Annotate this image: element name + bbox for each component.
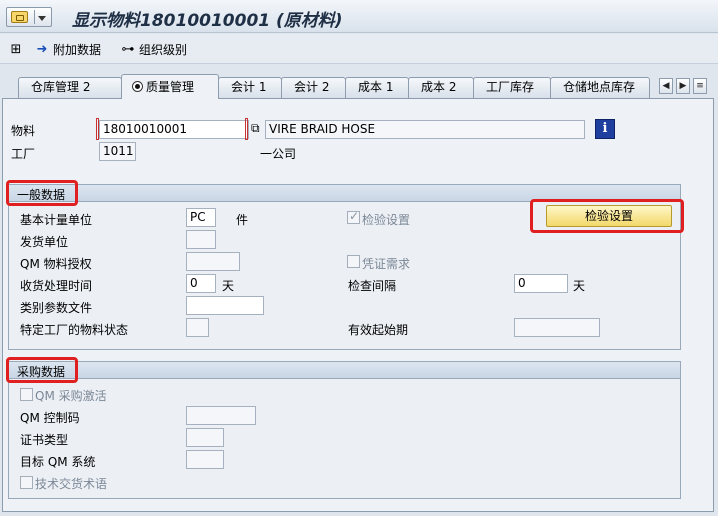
radio-selected-icon <box>132 81 143 92</box>
hierarchy-icon: ⊞ <box>10 41 22 57</box>
class-profile-label: 类别参数文件 <box>20 301 93 315</box>
menu-separator <box>34 10 35 24</box>
tab-storage-location-stock[interactable]: 仓储地点库存 <box>550 77 650 98</box>
valid-from-label: 有效起始期 <box>348 323 409 337</box>
tab-label: 仓库管理 2 <box>31 80 91 94</box>
info-icon[interactable]: i <box>595 119 615 139</box>
title-bar: 显示物料18010010001 (原材料) <box>0 0 718 33</box>
system-menu-button[interactable] <box>6 7 52 27</box>
tab-warehouse-2[interactable]: 仓库管理 2 <box>18 77 122 98</box>
plant-status-field[interactable] <box>186 318 209 337</box>
org-levels-button[interactable]: ⊶ 组织级别 <box>120 41 188 57</box>
tab-label: 仓储地点库存 <box>563 80 636 94</box>
qm-procurement-active-checkbox[interactable] <box>20 388 33 401</box>
material-label: 物料 <box>11 124 36 138</box>
valid-from-field[interactable] <box>514 318 600 337</box>
qm-control-label: QM 控制码 <box>20 411 80 425</box>
base-uom-field[interactable]: PC <box>186 208 216 227</box>
highlight-inspection-setup <box>530 199 684 233</box>
class-profile-field[interactable] <box>186 296 264 315</box>
tab-label: 会计 2 <box>294 80 330 94</box>
copy-icon: ⧉ <box>251 121 260 135</box>
application-toolbar: ⊞ ➜ 附加数据 ⊶ 组织级别 <box>0 34 718 64</box>
gr-time-field[interactable]: 0 <box>186 274 216 293</box>
doc-required-checkbox[interactable] <box>347 255 360 268</box>
material-description-field[interactable]: VIRE BRAID HOSE <box>265 120 585 139</box>
plant-description: 一公司 <box>260 147 297 161</box>
base-uom-text: 件 <box>236 213 249 227</box>
additional-data-button[interactable]: ➜ 附加数据 <box>34 41 101 57</box>
tab-scroll-right-button[interactable]: ▶ <box>676 78 690 94</box>
cert-type-label: 证书类型 <box>20 433 69 447</box>
tab-plant-stock[interactable]: 工厂库存 <box>473 77 551 98</box>
target-qm-label: 目标 QM 系统 <box>20 455 96 469</box>
gr-time-label: 收货处理时间 <box>20 279 93 293</box>
tab-list-button[interactable]: ≡ <box>693 78 707 94</box>
procurement-data-group: 采购数据 <box>8 361 681 499</box>
insp-interval-label: 检查间隔 <box>348 279 397 293</box>
gr-time-unit: 天 <box>222 279 235 293</box>
org-levels-label: 组织级别 <box>139 42 188 57</box>
issue-unit-label: 发货单位 <box>20 235 69 249</box>
highlight-procurement-data <box>6 357 78 383</box>
view-tabs: 仓库管理 2 质量管理 会计 1 会计 2 成本 1 成本 2 工厂库存 仓储地… <box>0 74 718 99</box>
inspection-setup-checkbox-label: 检验设置 <box>362 213 411 227</box>
chevron-down-icon <box>38 16 46 21</box>
org-structure-button[interactable]: ⊞ <box>8 41 27 57</box>
tab-label: 会计 1 <box>231 80 267 94</box>
tab-label: 工厂库存 <box>486 80 535 94</box>
plant-field[interactable]: 1011 <box>99 142 136 161</box>
tab-accounting-2[interactable]: 会计 2 <box>281 77 346 98</box>
tab-label: 成本 2 <box>421 80 457 94</box>
org-levels-icon: ⊶ <box>121 41 135 57</box>
insp-interval-unit: 天 <box>573 279 586 293</box>
arrow-right-icon: ➜ <box>36 41 48 57</box>
tab-quality-management[interactable]: 质量管理 <box>121 74 219 99</box>
tech-terms-checkbox[interactable] <box>20 476 33 489</box>
menu-icon <box>11 11 28 23</box>
qm-procurement-active-label: QM 采购激活 <box>35 389 107 403</box>
cert-type-field[interactable] <box>186 428 224 447</box>
tab-accounting-1[interactable]: 会计 1 <box>218 77 282 98</box>
highlight-general-data <box>6 180 78 206</box>
base-uom-label: 基本计量单位 <box>20 213 93 227</box>
window-title: 显示物料18010010001 (原材料) <box>72 11 343 31</box>
tab-label: 成本 1 <box>358 80 394 94</box>
issue-unit-field[interactable] <box>186 230 216 249</box>
plant-status-label: 特定工厂的物料状态 <box>20 323 129 337</box>
qm-control-field[interactable] <box>186 406 256 425</box>
target-qm-field[interactable] <box>186 450 224 469</box>
doc-required-label: 凭证需求 <box>362 257 411 271</box>
material-number-field[interactable]: 18010010001 <box>99 120 249 139</box>
tab-scroll-left-button[interactable]: ◀ <box>659 78 673 94</box>
plant-label: 工厂 <box>11 147 36 161</box>
tab-costing-1[interactable]: 成本 1 <box>345 77 409 98</box>
additional-data-label: 附加数据 <box>53 42 102 57</box>
tab-label: 质量管理 <box>146 80 195 94</box>
tab-costing-2[interactable]: 成本 2 <box>408 77 474 98</box>
procurement-data-header: 采购数据 <box>9 362 680 379</box>
qm-auth-field[interactable] <box>186 252 240 271</box>
tech-terms-label: 技术交货术语 <box>35 477 108 491</box>
material-field-required-marker-right <box>245 118 248 140</box>
qm-auth-label: QM 物料授权 <box>20 257 92 271</box>
inspection-setup-checkbox[interactable] <box>347 209 360 224</box>
insp-interval-field[interactable]: 0 <box>514 274 568 293</box>
